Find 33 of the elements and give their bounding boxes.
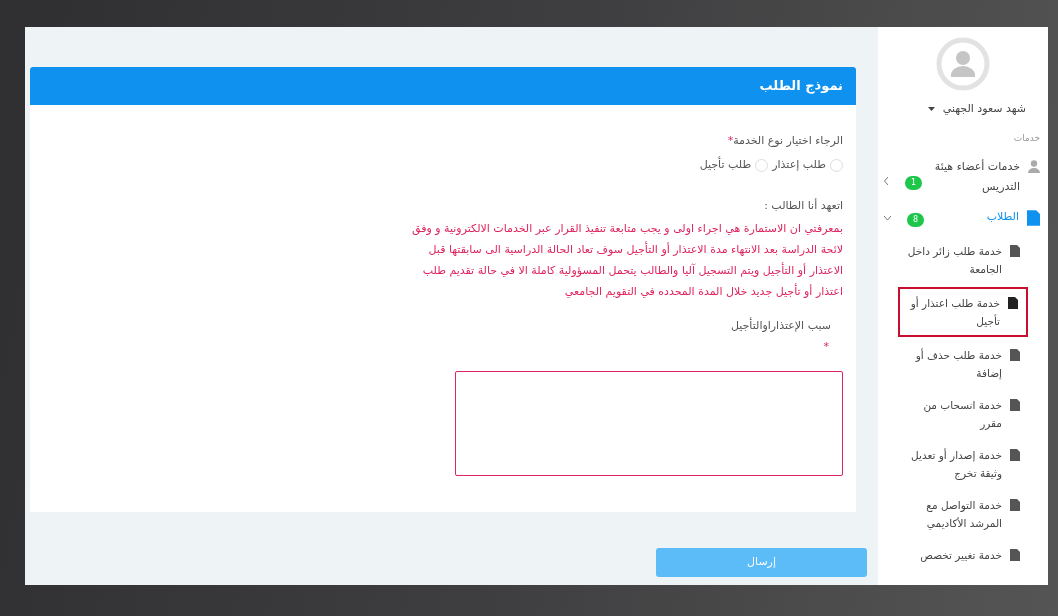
file-icon	[1010, 245, 1020, 257]
radio-label[interactable]: طلب إعتذار	[772, 157, 826, 174]
file-icon	[1010, 499, 1020, 511]
file-icon	[1010, 549, 1020, 561]
submenu-item[interactable]: خدمة تغيير تخصص	[898, 541, 1028, 569]
user-menu[interactable]: شهد سعود الجهني	[878, 101, 1026, 118]
avatar-icon	[936, 37, 990, 91]
field-label: سبب الإعتذاراوالتأجيل	[730, 318, 831, 334]
radio-label[interactable]: طلب تأجيل	[699, 157, 752, 174]
submenu-item[interactable]: خدمة طلب اعتذار أو تأجيل	[898, 287, 1028, 337]
submenu-item[interactable]: خدمة طلب حذف أو إضافة	[898, 341, 1028, 387]
submenu-item[interactable]: خدمة التواصل مع المرشد الأكاديمي	[898, 491, 1028, 537]
submenu-item[interactable]: خدمة انسحاب من مقرر	[898, 391, 1028, 437]
pledge-text: بمعرفتي ان الاستمارة هي اجراء اولى و يجب متابعة تنفيذ القرار عبر الخدمات الالكترونية و وفق لائحة الدراسة بعد الانتهاء مدة الاعتذار أو التأجيل سوف تعاد الحالة الدراسية الى سابقتها قبل الاعتذار أو التأجيل ويتم التسجيل آليا والطالب يتحمل المسؤولية كاملة الا في حالة تقديم طلب اعتذار أو تأجيل جديد خلال المدة المحدده في التقويم الجامعي	[411, 221, 843, 300]
file-icon	[1010, 399, 1020, 411]
caret-icon	[927, 106, 935, 112]
form-header: نموذج الطلب	[30, 67, 856, 105]
file-icon	[1010, 349, 1020, 361]
field-label: الرجاء اختيار نوع الخدمة	[733, 133, 843, 147]
required-mark: *	[727, 133, 734, 147]
file-icon	[1008, 297, 1018, 309]
required-mark: *	[823, 338, 829, 355]
file-icon	[1010, 449, 1020, 461]
count-badge: 1	[905, 175, 923, 190]
menu-group[interactable]: خدمات أعضاء هيئة التدريس	[930, 157, 1020, 197]
person-icon	[1028, 160, 1040, 173]
count-badge: 8	[907, 212, 925, 227]
submenu-item[interactable]: خدمة طلب زائر داخل الجامعة	[898, 237, 1028, 283]
file-icon	[1027, 210, 1040, 226]
pledge-title: اتعهد أنا الطالب :	[763, 197, 843, 214]
submenu-item[interactable]: خدمة إصدار أو تعديل وثيقة تخرج	[898, 441, 1028, 487]
reason-textarea[interactable]	[455, 371, 843, 476]
section-label: خدمات	[1012, 131, 1040, 145]
